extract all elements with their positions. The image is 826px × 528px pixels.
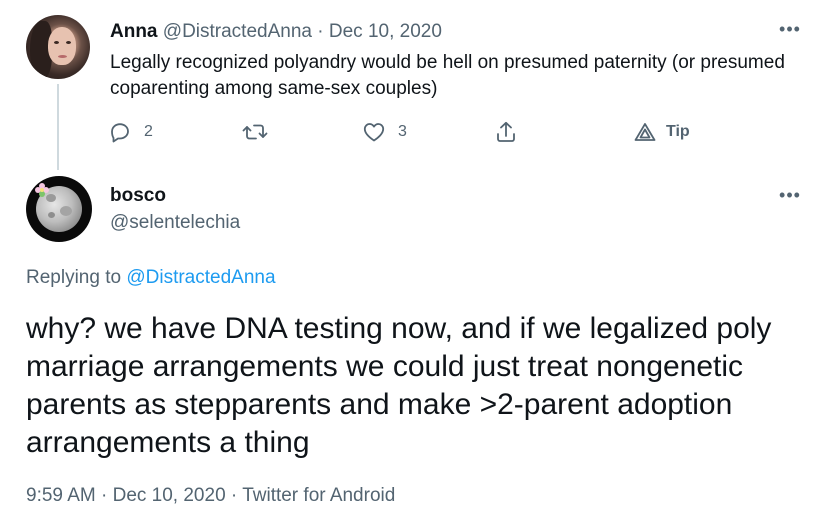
meta-separator: · <box>230 485 238 506</box>
tweet-date[interactable]: Dec 10, 2020 <box>113 485 226 506</box>
like-count: 3 <box>398 123 407 140</box>
parent-tweet-actions: 2 3 Tip <box>108 118 708 146</box>
avatar-eye <box>54 41 59 44</box>
main-display-name[interactable]: bosco <box>110 184 166 208</box>
reply-icon <box>111 123 129 143</box>
flower-icon <box>35 183 49 197</box>
meta-separator: · <box>317 21 324 42</box>
more-icon[interactable]: ••• <box>778 20 802 38</box>
thread-connector-line <box>57 84 59 170</box>
retweet-icon <box>242 124 268 140</box>
tip-label: Tip <box>666 123 690 140</box>
main-tweet-text: why? we have DNA testing now, and if we … <box>26 312 772 459</box>
replying-to-prefix: Replying to <box>26 267 127 288</box>
parent-date[interactable]: Dec 10, 2020 <box>329 21 442 42</box>
parent-handle[interactable]: @DistractedAnna <box>163 21 312 42</box>
moon-crater <box>48 212 55 218</box>
main-handle[interactable]: @selentelechia <box>110 211 240 235</box>
more-icon[interactable]: ••• <box>778 186 802 204</box>
tweet-thread: Anna @DistractedAnna · Dec 10, 2020 ••• … <box>0 0 826 528</box>
tweet-source[interactable]: Twitter for Android <box>242 485 395 506</box>
like-icon <box>363 123 385 142</box>
meta-separator: · <box>101 485 108 506</box>
share-icon <box>497 121 515 142</box>
main-avatar[interactable] <box>26 176 92 242</box>
parent-avatar[interactable] <box>26 15 90 79</box>
tweet-time[interactable]: 9:59 AM <box>26 485 96 506</box>
tip-icon <box>634 123 656 141</box>
retweet-button[interactable] <box>242 118 280 146</box>
replying-to: Replying to @DistractedAnna <box>26 266 276 290</box>
parent-display-name[interactable]: Anna <box>110 21 158 42</box>
reply-count: 2 <box>144 123 153 140</box>
moon-crater <box>60 206 72 216</box>
parent-tweet-header: Anna @DistractedAnna · Dec 10, 2020 <box>110 20 442 44</box>
like-button[interactable]: 3 <box>362 118 407 146</box>
replying-to-handle-link[interactable]: @DistractedAnna <box>126 267 275 288</box>
avatar-eye <box>66 41 71 44</box>
parent-tweet-text: Legally recognized polyandry would be he… <box>110 52 785 99</box>
avatar-lips <box>58 55 67 58</box>
tweet-metadata: 9:59 AM · Dec 10, 2020 · Twitter for And… <box>26 484 395 508</box>
tip-button[interactable]: Tip <box>634 118 690 146</box>
reply-button[interactable]: 2 <box>108 118 153 146</box>
avatar-face <box>48 27 76 65</box>
share-button[interactable] <box>494 118 518 146</box>
